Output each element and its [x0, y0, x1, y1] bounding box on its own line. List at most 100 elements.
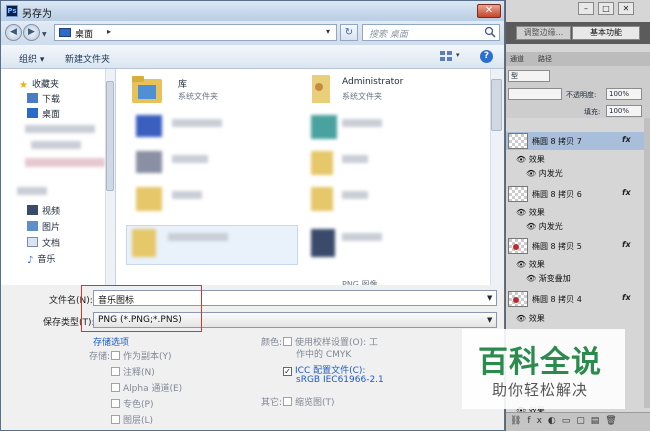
address-dropdown[interactable]: ▾	[326, 27, 330, 36]
blurred-file-name	[342, 191, 368, 199]
checkbox-checked[interactable]: ✓	[283, 367, 292, 376]
eye-icon[interactable]: 👁	[526, 222, 536, 231]
red-dot-icon	[513, 244, 519, 250]
close-button[interactable]: ✕	[618, 2, 634, 15]
close-button[interactable]: ✕	[477, 4, 501, 18]
layer-row[interactable]: 椭圆 8 拷贝 5 fx	[506, 237, 644, 255]
layer-row[interactable]: 椭圆 8 拷贝 6 fx	[506, 185, 644, 203]
blend-mode-select[interactable]	[508, 88, 562, 100]
nav-scrollbar-thumb[interactable]	[106, 81, 114, 191]
recent-locations-dropdown[interactable]: ▼	[42, 31, 47, 38]
maximize-button[interactable]: □	[598, 2, 614, 15]
back-button[interactable]: ◀	[5, 24, 22, 41]
forward-button[interactable]: ▶	[23, 24, 40, 41]
desktop-icon	[27, 108, 38, 118]
fill-input[interactable]: 100%	[606, 105, 642, 117]
layer-name[interactable]: 椭圆 8 拷贝 5	[532, 241, 582, 252]
spot-checkbox[interactable]: 专色(P)	[111, 397, 153, 410]
layer-thumbnail	[508, 238, 528, 254]
file-item-administrator[interactable]: Administrator 系统文件夹	[306, 73, 486, 107]
as-copy-checkbox[interactable]: 作为副本(Y)	[111, 349, 172, 362]
alpha-checkbox[interactable]: Alpha 通道(E)	[111, 381, 182, 394]
save-options-heading: 存储选项	[93, 338, 130, 348]
fx-icon[interactable]: fx	[622, 135, 631, 144]
refine-edge-button[interactable]: 调整边缘...	[516, 26, 571, 40]
effect-item[interactable]: 👁 内发光	[526, 221, 563, 232]
filename-dropdown[interactable]: ▼	[487, 294, 492, 302]
thumbnail-checkbox[interactable]: 缩览图(T)	[283, 395, 335, 408]
layer-row[interactable]: 椭圆 8 拷贝 7 fx	[506, 132, 644, 150]
breadcrumb-arrow[interactable]: ▸	[107, 27, 111, 36]
checkbox-box[interactable]	[111, 399, 120, 408]
organize-button[interactable]: 组织 ▾	[19, 52, 44, 65]
eye-icon[interactable]: 👁	[526, 169, 536, 178]
file-scrollbar-thumb[interactable]	[491, 79, 502, 131]
minimize-button[interactable]: –	[578, 2, 594, 15]
library-folder-icon	[132, 76, 162, 103]
checkbox-box[interactable]	[111, 383, 120, 392]
checkbox-box[interactable]	[111, 415, 120, 424]
nav-downloads[interactable]: 下载	[27, 92, 60, 106]
eye-icon[interactable]: 👁	[526, 274, 536, 283]
new-folder-button[interactable]: 新建文件夹	[65, 52, 110, 65]
nav-desktop-label: 桌面	[42, 110, 61, 120]
notes-checkbox[interactable]: 注释(N)	[111, 365, 155, 378]
notes-label: 注释(N)	[123, 368, 155, 378]
tab-channels[interactable]: 通道	[510, 54, 524, 64]
blurred-file-name	[172, 155, 208, 163]
help-icon[interactable]: ?	[480, 50, 493, 63]
eye-icon[interactable]: 👁	[516, 260, 526, 269]
file-item-library[interactable]: 库 系统文件夹	[130, 73, 280, 107]
red-dot-icon	[513, 297, 519, 303]
layers-checkbox[interactable]: 图层(L)	[111, 413, 153, 426]
effects-row[interactable]: 👁 效果	[516, 313, 545, 324]
effect-item[interactable]: 👁 渐变叠加	[526, 273, 571, 284]
view-dropdown[interactable]: ▾	[456, 51, 460, 59]
nav-pictures[interactable]: 图片	[27, 220, 60, 234]
address-location[interactable]: 桌面	[75, 27, 93, 40]
music-note-icon: ♪	[27, 255, 34, 266]
blurred-file-icon	[311, 187, 333, 211]
nav-videos[interactable]: 视频	[27, 204, 60, 218]
checkbox-box[interactable]	[111, 367, 120, 376]
refresh-button[interactable]: ↻	[340, 24, 358, 41]
layers-scrollbar[interactable]	[644, 118, 650, 408]
other-label: 其它:	[261, 398, 283, 408]
nav-favorites[interactable]: ★ 收藏夹	[19, 77, 59, 91]
eye-icon[interactable]: 👁	[516, 208, 526, 217]
blurred-file-icon	[136, 115, 162, 137]
fill-label: 填充:	[584, 108, 601, 116]
fx-icon[interactable]: fx	[622, 293, 631, 302]
layer-name[interactable]: 椭圆 8 拷贝 6	[532, 189, 582, 200]
view-icon[interactable]	[439, 50, 453, 62]
layer-name[interactable]: 椭圆 8 拷贝 4	[532, 294, 582, 305]
fx-icon[interactable]: fx	[622, 188, 631, 197]
layer-filter-select[interactable]: 型	[508, 70, 550, 82]
filetype-dropdown[interactable]: ▼	[487, 316, 492, 324]
nav-documents[interactable]: 文档	[27, 236, 60, 250]
checkbox-box[interactable]	[283, 337, 292, 346]
workspace-select[interactable]: 基本功能	[572, 26, 640, 40]
search-icon[interactable]	[484, 26, 496, 38]
layer-name[interactable]: 椭圆 8 拷贝 7	[532, 136, 582, 147]
effect-item[interactable]: 👁 内发光	[526, 168, 563, 179]
dialog-titlebar[interactable]: Ps 另存为 ✕	[1, 1, 504, 21]
nav-desktop[interactable]: 桌面	[27, 107, 60, 121]
eye-icon[interactable]: 👁	[516, 155, 526, 164]
effects-row[interactable]: 👁 效果	[516, 207, 545, 218]
eye-icon[interactable]: 👁	[516, 314, 526, 323]
layer-row[interactable]: 椭圆 8 拷贝 4 fx	[506, 290, 644, 308]
checkbox-box[interactable]	[283, 397, 292, 406]
effects-row[interactable]: 👁 效果	[516, 154, 545, 165]
address-bar[interactable]: 桌面 ▸ ▾	[54, 24, 337, 41]
tab-paths[interactable]: 路径	[538, 54, 552, 64]
blurred-file-icon	[132, 229, 156, 257]
effects-row[interactable]: 👁 效果	[516, 259, 545, 270]
opacity-input[interactable]: 100%	[606, 88, 642, 100]
watermark: 百科全说 助你轻松解决	[462, 329, 625, 409]
nav-music[interactable]: ♪ 音乐	[27, 252, 55, 266]
search-input[interactable]: 搜索 桌面	[362, 24, 500, 41]
checkbox-box[interactable]	[111, 351, 120, 360]
layer-actions-icons[interactable]: ⛓fx◐▭▢▤🗑	[510, 416, 623, 426]
fx-icon[interactable]: fx	[622, 240, 631, 249]
